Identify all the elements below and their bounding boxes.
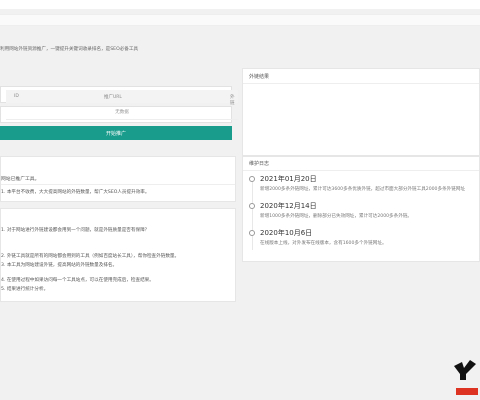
- log-title: 维护日志: [249, 161, 270, 167]
- faq-line: 4. 在使用过程中如果访问每一个工具站点，可以在使用完成后，检查结果。: [1, 278, 154, 283]
- timeline-line: [252, 180, 253, 250]
- top-strip: [0, 14, 480, 26]
- result-title: 外链结果: [249, 74, 270, 80]
- result-divider: [243, 83, 479, 84]
- faq-line: 1. 对于网站进行外链建设都会用到一个问题，就是外链质量是否有保障？: [1, 228, 150, 233]
- result-card: 外链结果: [242, 68, 480, 156]
- faq-line: 2. 外链工具就是所有的网站都会用到的工具（例如百度站长工具），帮你检查外链数量…: [1, 254, 180, 259]
- log-divider: [243, 170, 479, 171]
- faq-line: 3. 本工具为网站建设外链，提高网站的外链数量及排名。: [1, 263, 118, 268]
- log-entry-text: 在线版本上线，对外发布在线版本，含有1600多个外链网址。: [260, 241, 387, 246]
- column-id: ID: [14, 94, 19, 99]
- notice-line: 网站已推广工具。: [1, 177, 40, 182]
- timeline-dot-icon: [249, 176, 255, 182]
- result-table-header: ID 推广URL 外链: [6, 90, 238, 106]
- notice-divider: [1, 184, 235, 185]
- notice-line: 1. 本平台不收费，大大提高网站的外链数量，帮广大SEO人员提升效率。: [1, 190, 150, 195]
- watermark-logo: [454, 360, 478, 395]
- faq-line: 5. 结果进行统计分析。: [1, 287, 49, 292]
- result-empty-state: 无数据: [6, 106, 238, 120]
- top-bar: [0, 0, 480, 9]
- log-entry-date: 2021年01月20日: [260, 175, 317, 183]
- start-button[interactable]: 开始推广: [0, 126, 232, 140]
- log-entry-date: 2020年12月14日: [260, 202, 317, 210]
- intro-text: 利用网站外链资源推广，一键提升关键词收录排名，是SEO必备工具: [0, 47, 139, 52]
- timeline-dot-icon: [249, 203, 255, 209]
- log-entry-text: 新增1000多条外链网址，删除部分已失效网址，累计可达2000多条外链。: [260, 214, 413, 219]
- log-card: 维护日志 2021年01月20日 新增2000多条外链网址，累计可达3600多条…: [242, 156, 480, 262]
- notice-card: 网站已推广工具。 1. 本平台不收费，大大提高网站的外链数量，帮广大SEO人员提…: [0, 156, 236, 202]
- log-entry-text: 新增2000多条外链网址，累计可达3600多条优质外链，超过市面大部分外链工具2…: [260, 187, 466, 192]
- timeline-dot-icon: [249, 230, 255, 236]
- faq-card: 1. 对于网站进行外链建设都会用到一个问题，就是外链质量是否有保障？ 2. 外链…: [0, 208, 236, 302]
- log-entry-date: 2020年10月6日: [260, 229, 313, 237]
- column-url: 推广URL: [104, 95, 122, 100]
- column-ext: 外链: [230, 95, 235, 106]
